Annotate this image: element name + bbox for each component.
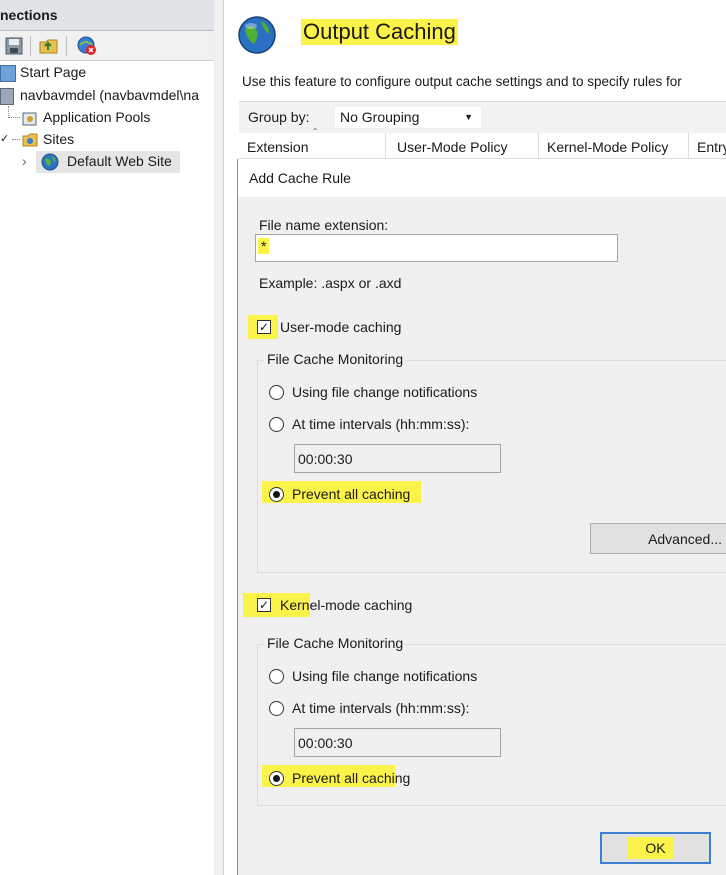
kernel-mode-interval-value: 00:00:30 <box>298 735 353 751</box>
globe-icon <box>41 153 59 177</box>
column-header-user-mode-policy[interactable]: User-Mode Policy <box>389 133 539 158</box>
kernel-mode-prevent-label: Prevent all caching <box>292 770 411 786</box>
kernel-mode-checkbox[interactable]: ✓ <box>257 598 271 612</box>
kernel-mode-notifications-radio[interactable] <box>269 669 284 684</box>
kernel-mode-label: Kernel-mode caching <box>280 597 413 613</box>
user-mode-label: User-mode caching <box>280 319 402 335</box>
collapse-chevron-icon[interactable]: ✓ <box>0 128 9 150</box>
user-mode-notifications-label: Using file change notifications <box>292 384 478 400</box>
tree-item-label: Default Web Site <box>67 153 172 169</box>
splitter[interactable] <box>214 0 224 875</box>
group-by-label: Group by: <box>248 109 310 125</box>
separator <box>66 36 67 56</box>
user-mode-interval-input[interactable]: 00:00:30 <box>294 444 501 473</box>
kernel-mode-prevent-radio[interactable] <box>269 771 284 786</box>
column-header-kernel-mode-policy[interactable]: Kernel-Mode Policy <box>539 133 689 158</box>
rules-grid-header: Extension ⌃ User-Mode Policy Kernel-Mode… <box>239 127 726 159</box>
feature-pane: Output Caching Use this feature to confi… <box>224 0 726 875</box>
tree-item-label: Sites <box>43 131 75 147</box>
kernel-mode-intervals-label: At time intervals (hh:mm:ss): <box>292 700 470 716</box>
dialog-title-bar: Add Cache Rule <box>238 159 726 197</box>
user-mode-notifications-radio[interactable] <box>269 385 284 400</box>
page-title: Output Caching <box>301 19 458 45</box>
tree-item-default-web-site[interactable]: › Default Web Site <box>0 150 214 173</box>
file-extension-label: File name extension: <box>259 217 389 233</box>
tree-item-label: Start Page <box>20 64 87 80</box>
user-mode-intervals-label: At time intervals (hh:mm:ss): <box>292 416 470 432</box>
connections-toolbar <box>0 31 214 61</box>
output-caching-globe-icon <box>237 15 277 58</box>
example-text: Example: .aspx or .axd <box>259 275 402 291</box>
user-mode-prevent-label: Prevent all caching <box>292 486 411 502</box>
user-mode-interval-value: 00:00:30 <box>298 451 353 467</box>
tree-item-sites[interactable]: ✓ Sites <box>0 128 214 150</box>
tree-item-application-pools[interactable]: Application Pools <box>0 106 214 128</box>
column-header-entry[interactable]: Entry <box>689 133 726 158</box>
tree-item-start-page[interactable]: Start Page <box>0 61 214 83</box>
start-page-icon <box>0 65 16 82</box>
ok-button-label: OK <box>645 840 666 856</box>
user-mode-checkbox[interactable]: ✓ <box>257 320 271 334</box>
connections-title: nections <box>0 7 58 23</box>
tree-item-label: Application Pools <box>43 109 151 125</box>
tree-item-label: navbavmdel (navbavmdel\na <box>20 87 199 103</box>
connections-header: nections <box>0 0 214 31</box>
save-icon[interactable] <box>5 37 23 58</box>
sort-indicator-icon: ⌃ <box>311 127 320 138</box>
file-extension-value: * <box>258 238 270 254</box>
file-extension-input[interactable]: * <box>255 234 618 262</box>
user-mode-prevent-radio[interactable] <box>269 487 284 502</box>
disconnect-icon[interactable] <box>77 36 97 59</box>
server-icon <box>0 88 14 105</box>
up-folder-icon[interactable] <box>39 36 59 59</box>
add-cache-rule-dialog: Add Cache Rule File name extension: * Ex… <box>237 159 726 875</box>
kernel-mode-intervals-radio[interactable] <box>269 701 284 716</box>
tree-line <box>8 117 20 119</box>
tree-line <box>12 139 20 141</box>
group-by-dropdown[interactable]: No Grouping ▼ <box>335 107 481 128</box>
expand-chevron-icon[interactable]: › <box>22 150 27 172</box>
advanced-button-label: Advanced... <box>648 531 722 547</box>
user-mode-intervals-radio[interactable] <box>269 417 284 432</box>
ok-button[interactable]: OK <box>600 832 711 864</box>
user-mode-monitoring-label: File Cache Monitoring <box>264 351 407 367</box>
kernel-mode-monitoring-label: File Cache Monitoring <box>264 635 407 651</box>
separator <box>30 36 31 56</box>
connections-pane: nections Start Page navbavmdel (navbavmd… <box>0 0 215 875</box>
dropdown-arrow-icon: ▼ <box>464 112 473 122</box>
group-by-value: No Grouping <box>340 109 420 125</box>
advanced-button[interactable]: Advanced... <box>590 523 726 554</box>
kernel-mode-interval-input[interactable]: 00:00:30 <box>294 728 501 757</box>
tree-item-server[interactable]: navbavmdel (navbavmdel\na <box>0 84 214 106</box>
feature-description: Use this feature to configure output cac… <box>242 74 682 89</box>
dialog-title: Add Cache Rule <box>249 170 351 186</box>
kernel-mode-notifications-label: Using file change notifications <box>292 668 478 684</box>
